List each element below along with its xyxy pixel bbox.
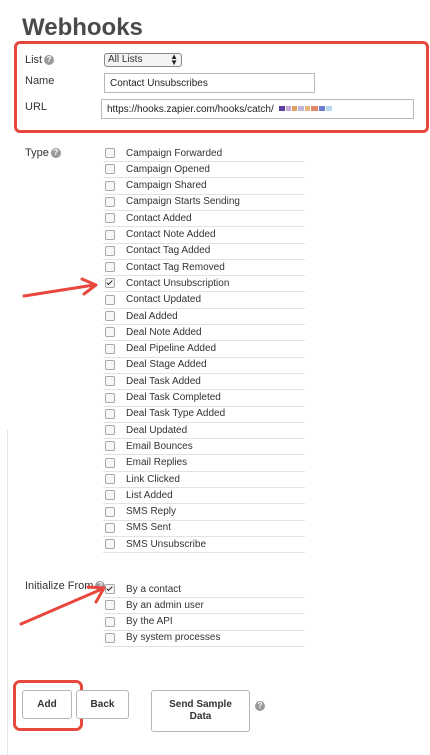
checkbox-row[interactable]: Deal Task Completed xyxy=(103,390,305,407)
checkbox[interactable] xyxy=(105,294,115,305)
form-highlight-box xyxy=(14,41,429,133)
checkbox-label: Contact Tag Removed xyxy=(126,261,225,273)
checkbox[interactable] xyxy=(105,327,115,338)
help-icon[interactable]: ? xyxy=(255,701,265,711)
checkbox-row[interactable]: Deal Added xyxy=(103,308,305,325)
checkbox[interactable] xyxy=(105,441,115,452)
checkbox-row[interactable]: Campaign Forwarded xyxy=(103,145,305,162)
checkbox[interactable] xyxy=(105,425,115,436)
help-icon[interactable]: ? xyxy=(50,148,61,159)
checkbox-row[interactable]: Campaign Opened xyxy=(103,161,305,179)
checkbox-row[interactable]: By an admin user xyxy=(103,597,305,615)
checkbox-row[interactable]: By the API xyxy=(103,614,305,631)
checkbox-label: SMS Reply xyxy=(126,506,177,518)
checkbox[interactable] xyxy=(105,376,115,387)
send-sample-label-line2: Data xyxy=(189,711,212,722)
checkbox-label: By the API xyxy=(126,616,173,628)
checkbox[interactable] xyxy=(105,632,115,643)
checkbox-label: Deal Task Added xyxy=(126,375,201,387)
checkbox[interactable] xyxy=(105,229,115,240)
checkbox-label: Campaign Forwarded xyxy=(126,147,223,159)
left-divider xyxy=(7,430,8,755)
checkbox[interactable] xyxy=(105,311,115,321)
checkbox[interactable] xyxy=(105,539,115,550)
checkbox[interactable] xyxy=(105,343,115,354)
checkbox-label: Contact Updated xyxy=(126,294,202,306)
checkbox-label: Campaign Opened xyxy=(126,163,210,175)
checkbox-row[interactable]: Deal Task Type Added xyxy=(103,406,305,423)
checkbox-label: By an admin user xyxy=(126,599,204,611)
add-highlight-box xyxy=(13,680,83,731)
checkbox-row[interactable]: Email Bounces xyxy=(103,438,305,456)
type-label-row: Type? xyxy=(25,147,61,159)
checkbox-row[interactable]: Contact Tag Added xyxy=(103,243,305,260)
type-label: Type xyxy=(25,147,49,159)
checkbox[interactable] xyxy=(105,490,115,501)
checkbox[interactable] xyxy=(105,408,115,419)
checkbox-row[interactable]: Contact Updated xyxy=(103,292,305,309)
checkbox[interactable] xyxy=(105,148,115,158)
checkbox-label: Deal Task Type Added xyxy=(126,408,226,420)
checkbox-label: By system processes xyxy=(126,632,221,644)
checkbox[interactable] xyxy=(105,213,115,224)
checkbox[interactable] xyxy=(105,457,115,468)
checkbox-label: Email Bounces xyxy=(126,440,193,452)
checkbox-label: Deal Stage Added xyxy=(126,359,207,371)
checkbox[interactable] xyxy=(105,164,115,175)
checkbox-row[interactable]: Contact Tag Removed xyxy=(103,259,305,277)
checkbox-label: By a contact xyxy=(126,583,182,595)
checkbox-row[interactable]: Deal Stage Added xyxy=(103,357,305,374)
checkbox-label: SMS Sent xyxy=(126,522,172,534)
checkbox-label: Deal Updated xyxy=(126,424,188,436)
checkbox[interactable] xyxy=(105,522,115,533)
checkbox-label: SMS Unsubscribe xyxy=(126,538,207,550)
checkbox-label: Campaign Starts Sending xyxy=(126,196,240,208)
back-button[interactable]: Back xyxy=(76,690,129,719)
page-title: Webhooks xyxy=(22,14,143,41)
checkbox-row[interactable]: Contact Unsubscription xyxy=(103,275,305,293)
checkbox[interactable] xyxy=(105,245,115,256)
checkbox-label: Campaign Shared xyxy=(126,180,207,192)
checkbox-row[interactable]: Contact Added xyxy=(103,210,305,228)
checkbox-label: Contact Note Added xyxy=(126,229,216,240)
checkbox-label: Deal Task Completed xyxy=(126,392,221,403)
checkbox-label: Deal Note Added xyxy=(126,326,202,338)
checkbox-row[interactable]: SMS Reply xyxy=(103,504,305,521)
checkbox-label: Deal Pipeline Added xyxy=(126,343,217,355)
checkbox-row[interactable]: Deal Task Added xyxy=(103,373,305,391)
checkbox-row[interactable]: Campaign Starts Sending xyxy=(103,194,305,211)
checkbox-label: Email Replies xyxy=(126,457,188,469)
checkbox[interactable] xyxy=(105,180,115,191)
checkbox-label: List Added xyxy=(126,489,173,501)
checkbox[interactable] xyxy=(105,392,115,403)
arrow-annotation-icon xyxy=(22,277,98,298)
checkbox-row[interactable]: Deal Updated xyxy=(103,422,305,440)
checkbox[interactable] xyxy=(105,359,115,370)
checkbox-row[interactable]: Contact Note Added xyxy=(103,227,305,244)
checkbox-row[interactable]: By a contact xyxy=(103,581,305,598)
checkbox-row[interactable]: Campaign Shared xyxy=(103,178,305,195)
checkbox-row[interactable]: SMS Sent xyxy=(103,520,305,537)
send-sample-data-button[interactable]: Send Sample Data xyxy=(151,690,250,732)
checkbox-label: Contact Tag Added xyxy=(126,245,211,257)
checkbox-row[interactable]: Deal Note Added xyxy=(103,324,305,342)
checkbox-row[interactable]: By system processes xyxy=(103,630,305,647)
checkbox[interactable] xyxy=(105,474,115,484)
checkbox-row[interactable]: SMS Unsubscribe xyxy=(103,536,305,554)
checkbox[interactable] xyxy=(105,196,115,207)
checkbox-label: Contact Added xyxy=(126,212,192,224)
checkbox[interactable] xyxy=(105,506,115,517)
checkbox[interactable] xyxy=(105,262,115,273)
checkbox-row[interactable]: Deal Pipeline Added xyxy=(103,341,305,358)
checkbox-row[interactable]: Link Clicked xyxy=(103,471,305,488)
checkbox-label: Contact Unsubscription xyxy=(126,277,230,289)
checkbox-label: Deal Added xyxy=(126,310,178,322)
checkbox-row[interactable]: List Added xyxy=(103,487,305,505)
send-sample-label-line1: Send Sample xyxy=(169,699,232,710)
checkbox-label: Link Clicked xyxy=(126,473,180,485)
arrow-annotation-icon xyxy=(19,585,106,626)
checkbox-checked[interactable] xyxy=(105,278,115,289)
checkbox-row[interactable]: Email Replies xyxy=(103,455,305,472)
